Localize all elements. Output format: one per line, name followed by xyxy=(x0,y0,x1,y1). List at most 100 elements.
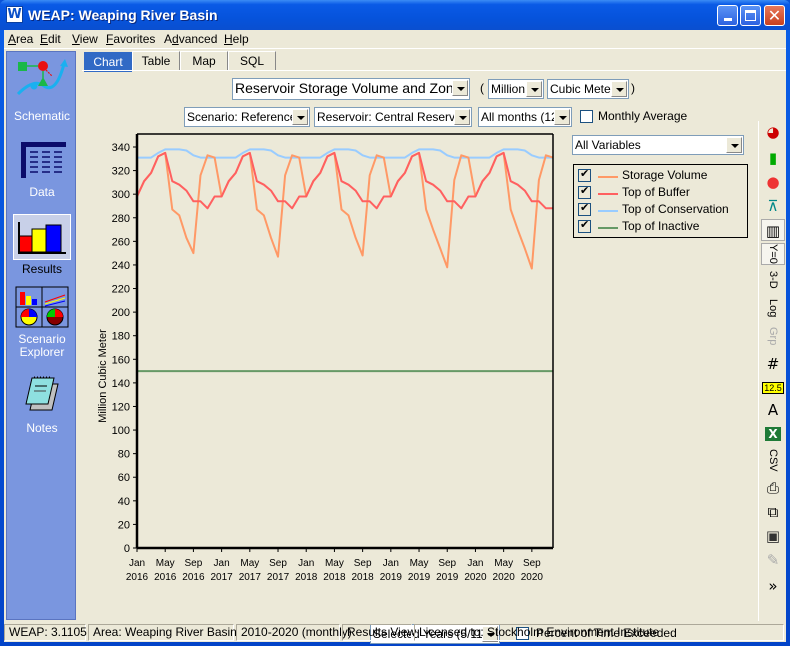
schematic-icon xyxy=(16,59,68,96)
x-tick-label-month: May xyxy=(494,558,513,569)
menu-area[interactable]: Area xyxy=(8,32,33,46)
log-scale-button[interactable]: Log xyxy=(761,299,785,321)
maximize-button[interactable] xyxy=(740,5,761,26)
y-tick-label: 100 xyxy=(112,425,130,437)
x-tick-label-month: Jan xyxy=(467,558,483,569)
x-tick-label-month: Sep xyxy=(185,558,203,569)
x-tick-label-year: 2019 xyxy=(436,572,459,583)
more-chevron-button[interactable]: » xyxy=(761,575,785,597)
x-tick-label-year: 2017 xyxy=(210,572,233,583)
chevron-down-icon[interactable] xyxy=(452,80,468,96)
three-d-button[interactable]: 3-D xyxy=(761,271,785,293)
save-button[interactable]: ▣ xyxy=(761,525,785,547)
sidebar-item-schematic[interactable]: Schematic xyxy=(7,56,77,123)
maximize-icon xyxy=(745,10,756,21)
legend-label: Top of Conservation xyxy=(622,202,729,216)
sidebar-item-scenario-explorer[interactable]: Scenario Explorer xyxy=(7,286,77,359)
unit-paren-close: ) xyxy=(631,81,635,95)
y-tick-label: 240 xyxy=(112,260,130,272)
csv-export-icon: CSV xyxy=(767,449,779,472)
menu-edit[interactable]: Edit xyxy=(40,32,61,46)
bar-colors-button[interactable]: ▮ xyxy=(761,147,785,169)
favorite-disabled-button[interactable]: ✎ xyxy=(761,549,785,571)
legend-checkbox-top-of-inactive[interactable] xyxy=(578,218,591,233)
legend-checkbox-top-of-buffer[interactable] xyxy=(578,184,591,199)
excel-export-icon: X xyxy=(765,427,781,441)
x-tick-label-year: 2018 xyxy=(323,572,346,583)
y-tick-label: 80 xyxy=(118,449,130,461)
y-tick-label: 20 xyxy=(118,519,130,531)
x-tick-label-year: 2018 xyxy=(295,572,318,583)
menu-favorites[interactable]: Favorites xyxy=(106,32,155,46)
y-tick-label: 0 xyxy=(124,543,130,555)
data-labels-button[interactable]: 12.5 xyxy=(761,377,785,399)
x-tick-label-month: May xyxy=(325,558,344,569)
status-period: 2010-2020 (monthly) xyxy=(236,624,352,641)
sidebar-item-results[interactable]: Results xyxy=(7,214,77,276)
x-tick-label-month: Jan xyxy=(298,558,314,569)
color-palette-button[interactable]: ● xyxy=(761,171,785,193)
chevron-down-icon[interactable] xyxy=(526,81,542,97)
font-button[interactable]: A xyxy=(761,399,785,421)
menu-help[interactable]: Help xyxy=(224,32,249,46)
legend-swatch-top-of-conservation xyxy=(598,210,618,212)
menu-view[interactable]: View xyxy=(72,32,98,46)
minimize-button[interactable] xyxy=(717,5,738,26)
client-area: Area Edit View Favorites Advanced Help Schema… xyxy=(4,30,786,644)
y-axis-label: Million Cubic Meter xyxy=(97,329,109,423)
legend-item-storage-volume: Storage Volume xyxy=(578,167,748,185)
tab-table[interactable]: Table xyxy=(132,51,180,71)
weap-app-icon[interactable]: W xyxy=(6,6,23,23)
result-variable-select[interactable]: Reservoir Storage Volume and Zones xyxy=(232,78,470,100)
close-button[interactable]: ✕ xyxy=(764,5,785,26)
tab-sql[interactable]: SQL xyxy=(228,51,276,71)
unit-select[interactable]: Cubic Meter xyxy=(547,79,629,99)
x-tick-label-year: 2019 xyxy=(380,572,403,583)
tab-map[interactable]: Map xyxy=(180,51,228,71)
print-button[interactable]: ⎙ xyxy=(761,477,785,499)
x-tick-label-year: 2016 xyxy=(154,572,177,583)
csv-export-button[interactable]: CSV xyxy=(761,449,785,472)
legend-swatch-top-of-inactive xyxy=(598,227,618,229)
sidebar-item-notes[interactable]: Notes xyxy=(7,374,77,435)
legend-checkbox-storage-volume[interactable] xyxy=(578,167,591,182)
x-tick-label-month: May xyxy=(240,558,259,569)
axis-scale-button[interactable]: ⊼ xyxy=(761,195,785,217)
x-tick-label-month: Jan xyxy=(214,558,230,569)
font-icon: A xyxy=(767,401,779,419)
status-version: WEAP: 3.1105 xyxy=(4,624,87,641)
tab-chart[interactable]: Chart xyxy=(84,52,132,72)
window-title: WEAP: Weaping River Basin xyxy=(28,7,218,23)
excel-export-button[interactable]: X xyxy=(761,423,785,445)
x-tick-label-year: 2016 xyxy=(182,572,205,583)
stack-pattern-button[interactable]: ▥ xyxy=(761,219,785,241)
sidebar-item-data[interactable]: Data xyxy=(7,140,77,199)
y-zero-button[interactable]: Y=0 xyxy=(761,243,785,265)
menu-advanced[interactable]: Advanced xyxy=(164,32,217,46)
x-tick-label-year: 2019 xyxy=(408,572,431,583)
sidebar-label-schematic: Schematic xyxy=(13,109,71,123)
variables-filter-select[interactable]: All Variables xyxy=(572,135,744,155)
x-tick-label-month: Sep xyxy=(354,558,372,569)
chart-toolbar: ◕ ▮ ● ⊼ ▥ Y=0 3-D Log Grp #12.5 A X CSV ⎙ ⧉ ▣ ✎ » xyxy=(758,121,786,621)
monthly-average-checkbox[interactable] xyxy=(580,110,593,123)
chevron-down-icon[interactable] xyxy=(611,81,627,97)
gridlines-button[interactable]: # xyxy=(761,353,785,375)
chart-type-button[interactable]: ◕ xyxy=(761,121,785,143)
unit-value: Cubic Meter xyxy=(550,82,615,96)
group-button[interactable]: Grp xyxy=(761,327,785,349)
axis-scale-icon: ⊼ xyxy=(767,197,779,215)
chevron-down-icon[interactable] xyxy=(726,137,742,153)
legend-checkbox-top-of-conservation[interactable] xyxy=(578,201,591,216)
x-tick-label-month: Sep xyxy=(269,558,287,569)
x-tick-label-month: Sep xyxy=(438,558,456,569)
copy-button[interactable]: ⧉ xyxy=(761,501,785,523)
title-bar[interactable]: W WEAP: Weaping River Basin ✕ xyxy=(0,0,790,30)
x-tick-label-month: Jan xyxy=(129,558,145,569)
chart-legend: Storage Volume Top of Buffer Top of Cons… xyxy=(573,164,748,238)
unit-scale-select[interactable]: Million xyxy=(488,79,544,99)
group-icon: Grp xyxy=(767,327,779,346)
x-tick-label-year: 2018 xyxy=(352,572,375,583)
x-tick-label-year: 2016 xyxy=(126,572,149,583)
legend-swatch-storage-volume xyxy=(598,176,618,178)
